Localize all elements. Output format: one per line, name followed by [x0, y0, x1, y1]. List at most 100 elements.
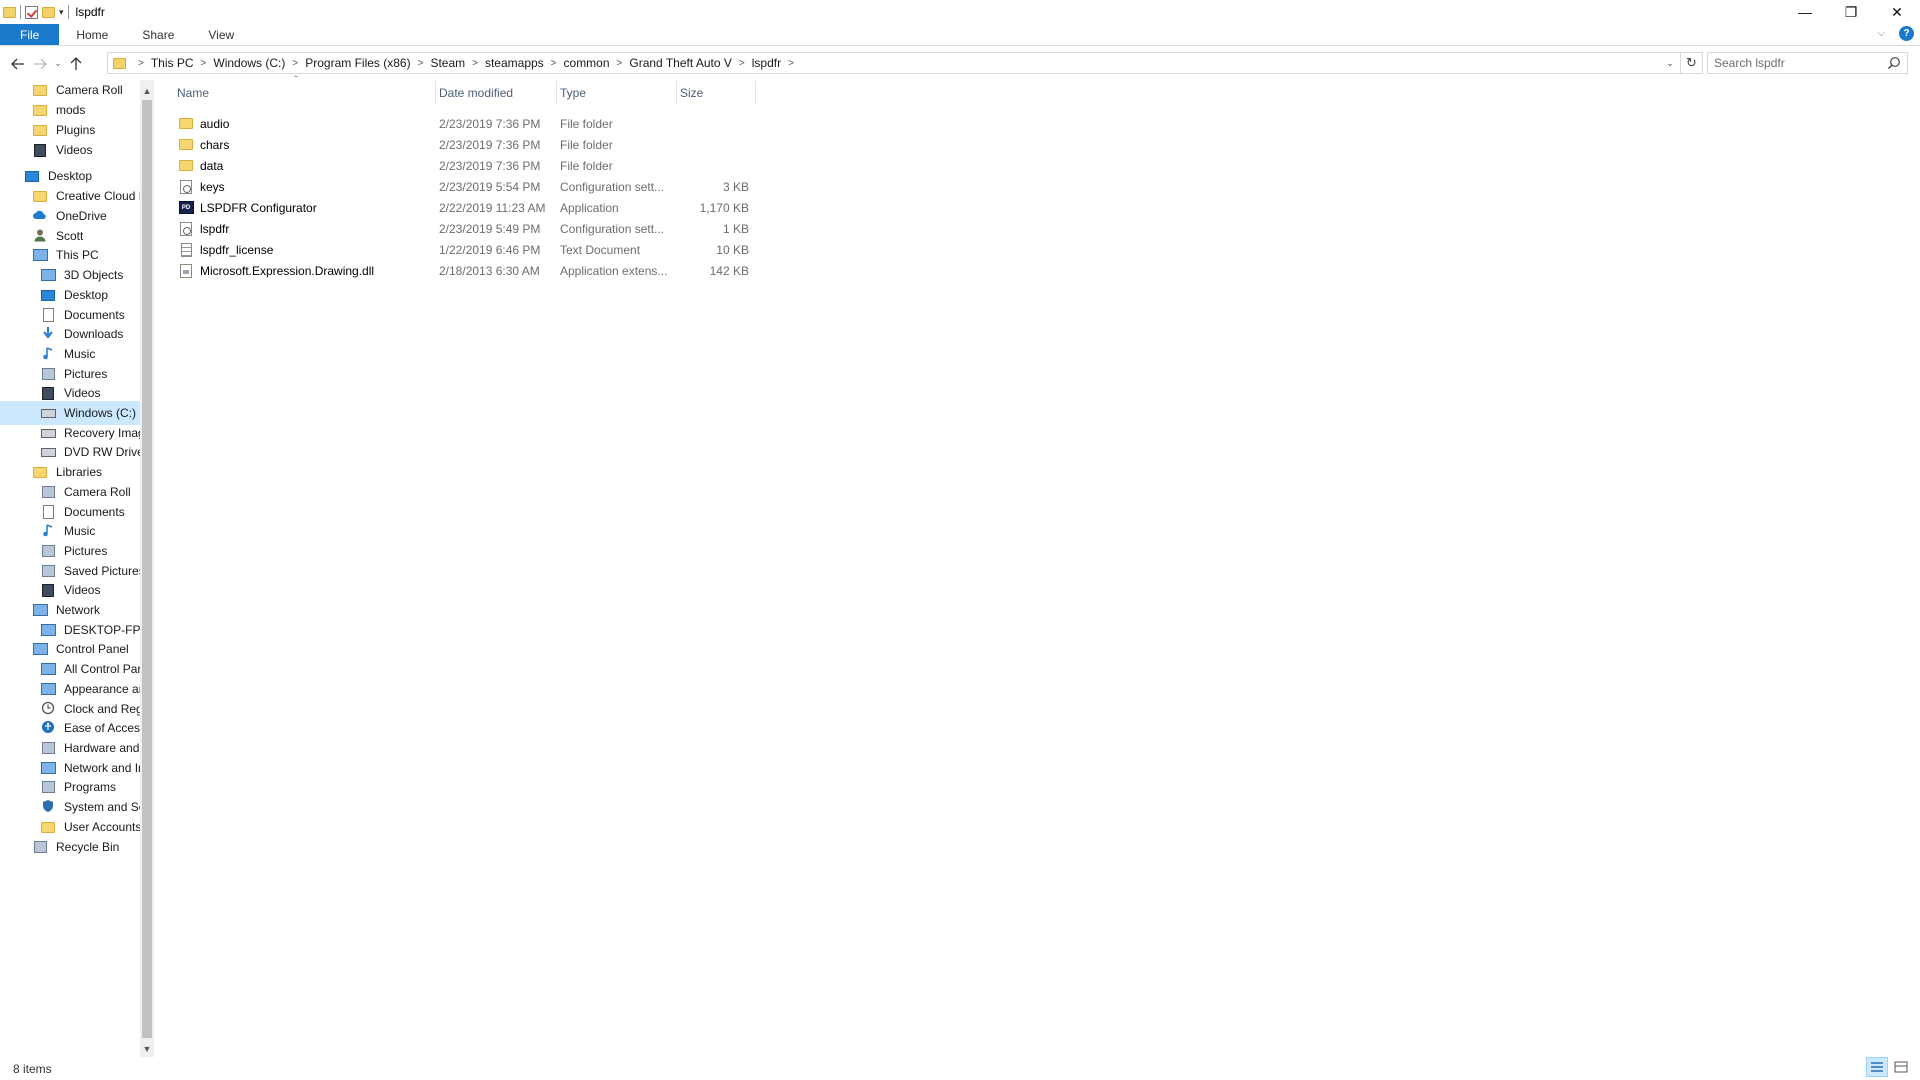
- date-modified-cell: 2/23/2019 5:54 PM: [439, 179, 541, 194]
- breadcrumb-common[interactable]: common: [564, 56, 610, 70]
- breadcrumb-windows-c[interactable]: Windows (C:): [213, 56, 285, 70]
- clock-icon: [40, 701, 56, 717]
- libraries-icon: [32, 464, 48, 480]
- folder-icon: [32, 102, 48, 118]
- nav-item-label: Camera Roll: [56, 83, 123, 97]
- scroll-down-arrow-icon[interactable]: ▼: [140, 1041, 154, 1057]
- nav-item-label: Programs: [64, 780, 117, 794]
- file-name-cell[interactable]: audio: [174, 116, 436, 132]
- navigation-pane: Camera Roll mods Plugins Videos Desktop Creat…: [0, 80, 154, 1057]
- control-panel-icon: [40, 661, 56, 677]
- breadcrumb-chevron-icon[interactable]: >: [465, 58, 485, 69]
- large-icons-view-icon: [1894, 1061, 1908, 1073]
- search-icon[interactable]: [1887, 56, 1901, 70]
- download-icon: [40, 326, 56, 342]
- drive-icon: [40, 405, 56, 421]
- column-header-type[interactable]: Type: [557, 81, 677, 105]
- type-cell: File folder: [560, 116, 613, 131]
- minimize-button[interactable]: —: [1782, 0, 1828, 24]
- expand-ribbon-chevron-icon[interactable]: ⌵: [1877, 28, 1885, 39]
- large-icons-view-button[interactable]: [1890, 1057, 1912, 1077]
- nav-item-label: Appearance an: [64, 682, 140, 696]
- file-row[interactable]: chars 2/23/2019 7:36 PM File folder: [174, 134, 754, 155]
- breadcrumb-chevron-icon[interactable]: >: [781, 58, 801, 69]
- application-icon: PD: [178, 200, 194, 216]
- scrollbar-thumb[interactable]: [142, 100, 152, 1038]
- breadcrumb-lspdfr[interactable]: lspdfr: [752, 56, 781, 70]
- up-arrow-icon: [70, 56, 82, 70]
- tab-share[interactable]: Share: [125, 24, 191, 45]
- file-name-cell[interactable]: lspdfr: [174, 221, 436, 237]
- pictures-icon: [40, 563, 56, 579]
- control-panel-icon: [32, 641, 48, 657]
- tab-home[interactable]: Home: [59, 24, 125, 45]
- nav-item-label: Music: [64, 524, 96, 538]
- file-name-cell[interactable]: keys: [174, 179, 436, 195]
- date-modified-cell: 2/22/2019 11:23 AM: [439, 200, 546, 215]
- folder-icon: [178, 158, 194, 174]
- breadcrumb-chevron-icon[interactable]: >: [285, 58, 305, 69]
- search-box[interactable]: [1707, 52, 1908, 74]
- navigation-pane-scrollbar[interactable]: ▲ ▼: [140, 80, 154, 1057]
- properties-icon[interactable]: [25, 5, 38, 19]
- breadcrumb-chevron-icon[interactable]: >: [194, 58, 214, 69]
- address-bar[interactable]: > This PC > Windows (C:) > Program Files…: [107, 52, 1703, 74]
- column-header-date-modified[interactable]: Date modified: [436, 81, 557, 105]
- file-row[interactable]: data 2/23/2019 7:36 PM File folder: [174, 155, 754, 176]
- column-header-name[interactable]: Name: [174, 81, 436, 105]
- file-name-cell[interactable]: chars: [174, 137, 436, 153]
- refresh-icon[interactable]: ↻: [1680, 53, 1702, 73]
- file-row[interactable]: keys 2/23/2019 5:54 PM Configuration sett.…: [174, 176, 754, 197]
- search-input[interactable]: [1714, 56, 1884, 70]
- nav-item-label: Hardware and: [64, 741, 140, 755]
- customize-toolbar-chevron-icon[interactable]: ▾: [59, 7, 64, 18]
- help-icon[interactable]: ?: [1899, 26, 1914, 41]
- column-header-size[interactable]: Size: [677, 81, 756, 105]
- tab-file[interactable]: File: [0, 24, 60, 45]
- new-folder-icon[interactable]: [42, 6, 55, 18]
- nav-item-label: Windows (C:): [64, 406, 137, 420]
- breadcrumb-chevron-icon[interactable]: >: [610, 58, 630, 69]
- nav-item-label: Network: [56, 603, 101, 617]
- breadcrumb-chevron-icon[interactable]: >: [732, 58, 752, 69]
- back-button[interactable]: [7, 53, 29, 75]
- tab-view[interactable]: View: [191, 24, 251, 45]
- breadcrumb-chevron-icon[interactable]: >: [411, 58, 431, 69]
- file-name-cell[interactable]: lspdfr_license: [174, 242, 436, 258]
- file-row[interactable]: lspdfr_license 1/22/2019 6:46 PM Text Docu…: [174, 239, 754, 260]
- file-row[interactable]: PD LSPDFR Configurator 2/22/2019 11:23 AM A…: [174, 197, 754, 218]
- scroll-up-arrow-icon[interactable]: ▲: [140, 83, 154, 99]
- file-row[interactable]: lspdfr 2/23/2019 5:49 PM Configuration set…: [174, 218, 754, 239]
- restore-button[interactable]: ❐: [1828, 0, 1874, 24]
- nav-item-label: Videos: [64, 386, 101, 400]
- breadcrumb-steamapps[interactable]: steamapps: [485, 56, 544, 70]
- back-arrow-icon: [11, 58, 24, 69]
- breadcrumb-program-files[interactable]: Program Files (x86): [305, 56, 410, 70]
- file-row[interactable]: Microsoft.Expression.Drawing.dll 2/18/201…: [174, 260, 754, 281]
- size-cell: 3 KB: [722, 179, 749, 194]
- nav-item-videos[interactable]: Videos: [0, 138, 140, 162]
- address-dropdown-chevron-icon[interactable]: ⌄: [1660, 58, 1680, 69]
- file-row[interactable]: audio 2/23/2019 7:36 PM File folder: [174, 113, 754, 134]
- breadcrumb-this-pc[interactable]: This PC: [151, 56, 194, 70]
- breadcrumb-steam[interactable]: Steam: [430, 56, 465, 70]
- close-button[interactable]: ✕: [1874, 0, 1920, 24]
- view-buttons: [1866, 1057, 1912, 1077]
- breadcrumb-gta-v[interactable]: Grand Theft Auto V: [629, 56, 732, 70]
- address-bar-controls: ⌄ ↻: [1660, 53, 1702, 73]
- breadcrumb-chevron-icon[interactable]: >: [544, 58, 564, 69]
- file-name: audio: [200, 116, 230, 131]
- file-name-cell[interactable]: PD LSPDFR Configurator: [174, 200, 436, 216]
- quick-access-toolbar: ▾: [0, 0, 69, 24]
- breadcrumb-chevron-icon[interactable]: >: [131, 58, 151, 69]
- file-name: keys: [200, 179, 225, 194]
- details-view-button[interactable]: [1866, 1057, 1888, 1077]
- videos-icon: [32, 142, 48, 158]
- forward-button[interactable]: [29, 53, 51, 75]
- navigation-bar: ⌄ > This PC > Windows (C:) > Program Fil…: [0, 50, 1920, 77]
- up-button[interactable]: [65, 53, 87, 75]
- recent-locations-button[interactable]: ⌄: [51, 53, 65, 75]
- file-name-cell[interactable]: Microsoft.Expression.Drawing.dll: [174, 263, 436, 279]
- nav-item-recycle-bin[interactable]: Recycle Bin: [0, 835, 140, 859]
- file-name-cell[interactable]: data: [174, 158, 436, 174]
